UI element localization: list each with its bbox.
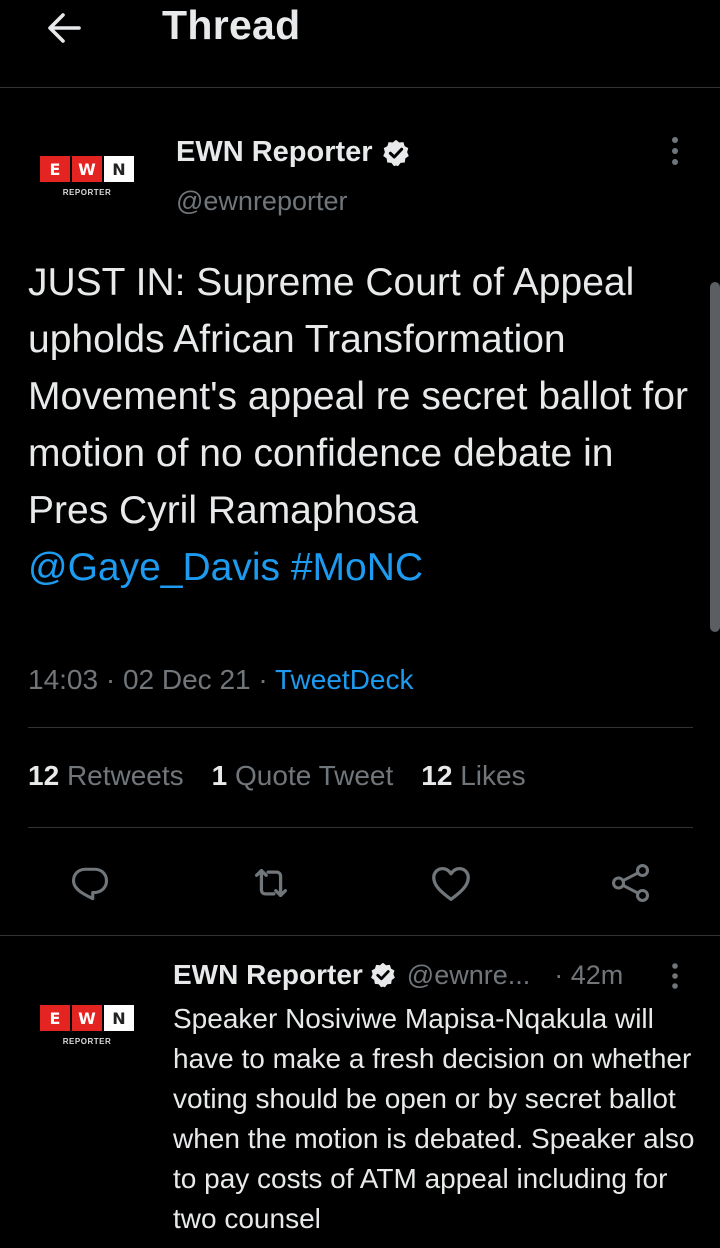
likes-count: 12 [421, 760, 453, 791]
meta-separator: · [258, 664, 268, 695]
reply-text: Speaker Nosiviwe Mapisa-Nqakula will hav… [173, 1003, 695, 1234]
share-button[interactable] [606, 858, 656, 908]
author-row: EWN Reporter [176, 136, 411, 169]
logo-letter-w: W [72, 156, 102, 182]
mention-link[interactable]: @Gaye_Davis [28, 546, 280, 589]
logo-letter-e: E [40, 156, 70, 182]
ewn-logo: E W N [40, 1005, 134, 1031]
meta-separator: · [105, 664, 116, 695]
scrollbar[interactable] [710, 282, 720, 632]
verified-badge-icon [369, 961, 397, 989]
logo-letter-n: N [104, 1005, 134, 1031]
author-handle[interactable]: @ewnreporter [176, 186, 347, 217]
retweet-icon [254, 868, 288, 898]
reply-more-options-button[interactable] [662, 959, 688, 993]
like-button[interactable] [426, 858, 476, 908]
reply-tweet[interactable]: E W N REPORTER EWN Reporter @ewnre... · … [0, 937, 720, 1248]
reply-author-row: EWN Reporter @ewnre... · 42m [173, 959, 623, 991]
reply-author-name[interactable]: EWN Reporter [173, 959, 363, 991]
author-name[interactable]: EWN Reporter [176, 136, 373, 169]
top-bar: Thread [0, 0, 720, 88]
avatar[interactable]: E W N REPORTER [40, 156, 134, 197]
divider [28, 827, 693, 828]
retweets-stat[interactable]: 12 Retweets [28, 760, 184, 792]
tweet-body: JUST IN: Supreme Court of Appeal upholds… [28, 261, 688, 532]
more-vertical-icon [672, 963, 678, 989]
reply-timestamp[interactable]: · 42m [554, 960, 623, 991]
verified-badge-icon [381, 138, 411, 168]
reply-avatar[interactable]: E W N REPORTER [40, 1005, 134, 1046]
logo-letter-w: W [72, 1005, 102, 1031]
logo-subtitle: REPORTER [62, 188, 112, 197]
arrow-left-icon [48, 13, 81, 43]
reply-button[interactable] [65, 858, 115, 908]
likes-stat[interactable]: 12 Likes [421, 760, 525, 792]
logo-letter-e: E [40, 1005, 70, 1031]
more-vertical-icon [672, 137, 678, 165]
tweet-date: 02 Dec 21 [122, 664, 251, 695]
thread-page: Thread E W N REPORTER EWN Reporter @ewnr… [0, 0, 720, 1248]
quotes-count: 1 [211, 760, 228, 791]
page-title: Thread [162, 2, 301, 48]
main-tweet: E W N REPORTER EWN Reporter @ewnreporter [0, 88, 720, 936]
retweet-button[interactable] [246, 858, 296, 908]
tweet-meta: 14:03 · 02 Dec 21 · TweetDeck [28, 664, 414, 696]
quotes-label: Quote Tweet [235, 760, 394, 791]
retweets-label: Retweets [66, 760, 184, 791]
share-icon [612, 864, 650, 902]
tweet-time: 14:03 [28, 664, 99, 695]
divider [28, 727, 693, 728]
hashtag-link[interactable]: #MoNC [291, 546, 423, 589]
logo-letter-n: N [104, 156, 134, 182]
quotes-stat[interactable]: 1 Quote Tweet [212, 760, 394, 792]
tweet-source-link[interactable]: TweetDeck [275, 664, 414, 695]
engagement-stats: 12 Retweets 1 Quote Tweet 12 Likes [28, 760, 526, 792]
heart-icon [432, 866, 470, 901]
ewn-logo: E W N [40, 156, 134, 182]
retweets-count: 12 [28, 760, 60, 791]
more-options-button[interactable] [660, 134, 690, 168]
tweet-text: JUST IN: Supreme Court of Appeal upholds… [28, 254, 698, 596]
reply-author-handle[interactable]: @ewnre... [407, 960, 530, 991]
reply-icon [71, 867, 109, 901]
back-button[interactable] [40, 4, 88, 52]
action-bar [0, 848, 720, 918]
logo-subtitle: REPORTER [62, 1037, 112, 1046]
likes-label: Likes [460, 760, 526, 791]
